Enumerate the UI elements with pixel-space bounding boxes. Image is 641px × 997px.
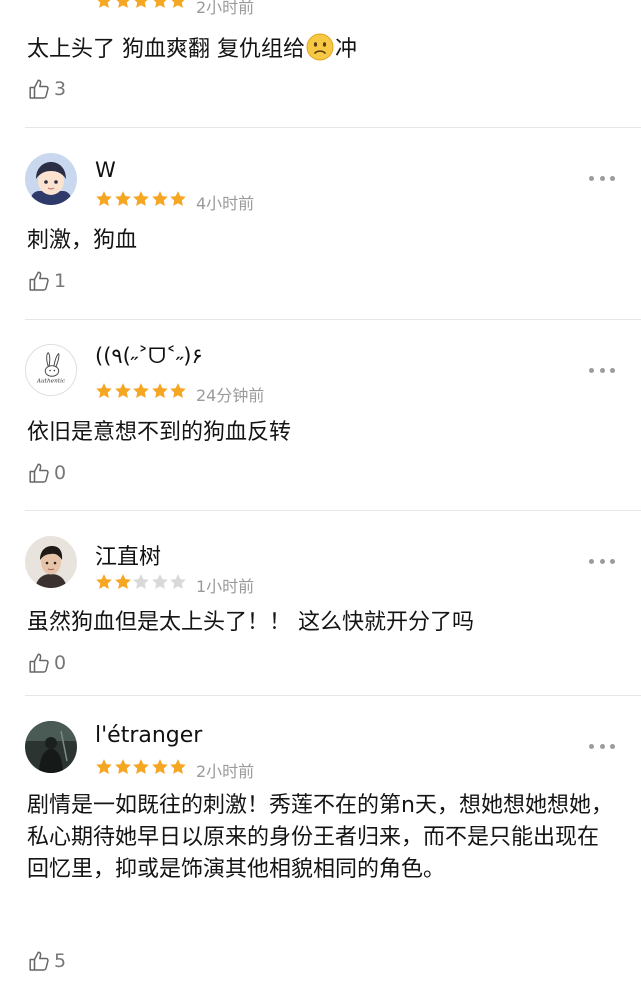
star-filled-icon <box>151 0 169 10</box>
star-filled-icon <box>95 382 113 400</box>
review-time: 2小时前 <box>196 762 255 781</box>
like-button[interactable]: 3 <box>27 76 66 102</box>
star-filled-icon <box>114 382 132 400</box>
user-name[interactable]: 江直树 <box>95 539 161 571</box>
like-button[interactable]: 0 <box>27 650 66 676</box>
man-portrait-avatar <box>25 536 77 588</box>
like-button[interactable]: 5 <box>27 948 66 974</box>
bunny-sketch-avatar: Authentic <box>26 345 76 395</box>
like-button[interactable]: 0 <box>27 460 66 486</box>
thumbs-up-icon <box>27 77 51 101</box>
user-name[interactable]: W <box>95 158 116 182</box>
user-avatar[interactable] <box>25 721 77 773</box>
user-avatar[interactable] <box>25 536 77 588</box>
star-filled-icon <box>114 190 132 208</box>
like-count: 1 <box>54 270 67 292</box>
cartoon-boy-avatar <box>25 153 77 205</box>
star-empty-icon <box>132 573 150 591</box>
like-button[interactable]: 1 <box>27 268 66 294</box>
divider <box>25 510 641 511</box>
divider <box>25 695 641 696</box>
star-empty-icon <box>169 573 187 591</box>
user-avatar[interactable] <box>25 153 77 205</box>
thumbs-up-icon <box>27 461 51 485</box>
star-filled-icon <box>169 0 187 10</box>
star-rating <box>95 0 188 12</box>
star-filled-icon <box>169 758 187 776</box>
star-filled-icon <box>114 573 132 591</box>
svg-text:Authentic: Authentic <box>36 379 66 385</box>
more-options-button[interactable] <box>589 557 615 565</box>
star-filled-icon <box>169 382 187 400</box>
divider <box>25 319 641 320</box>
star-rating <box>95 758 188 778</box>
star-filled-icon <box>132 758 150 776</box>
star-rating <box>95 573 188 593</box>
worried-face-emoji <box>306 33 334 61</box>
more-options-button[interactable] <box>589 742 615 750</box>
star-filled-icon <box>151 190 169 208</box>
review-text: 虽然狗血但是太上头了！！ 这么快就开分了吗 <box>27 610 474 635</box>
review-time: 24分钟前 <box>196 386 265 405</box>
thumbs-up-icon <box>27 269 51 293</box>
review-time: 4小时前 <box>196 194 255 213</box>
star-rating <box>95 382 188 402</box>
star-filled-icon <box>95 758 113 776</box>
like-count: 5 <box>54 950 67 972</box>
user-name[interactable]: ((٩(˶˃ᗜ˂˶)۶ <box>95 344 203 369</box>
star-filled-icon <box>132 382 150 400</box>
thumbs-up-icon <box>27 651 51 675</box>
star-filled-icon <box>132 0 150 10</box>
thumbs-up-icon <box>27 949 51 973</box>
dark-photo-avatar <box>25 721 77 773</box>
review-text: 太上头了 狗血爽翻 复仇组给 冲 <box>27 32 617 66</box>
like-count: 0 <box>54 652 67 674</box>
divider <box>25 127 641 128</box>
star-filled-icon <box>169 190 187 208</box>
user-name[interactable]: l'étranger <box>95 723 202 748</box>
review-time: 1小时前 <box>196 577 255 596</box>
more-options-button[interactable] <box>589 174 615 182</box>
star-filled-icon <box>151 382 169 400</box>
star-filled-icon <box>95 190 113 208</box>
like-count: 3 <box>54 78 67 100</box>
more-options-button[interactable] <box>589 366 615 374</box>
star-filled-icon <box>114 0 132 10</box>
star-empty-icon <box>151 573 169 591</box>
review-text: 刺激，狗血 <box>27 228 138 253</box>
star-filled-icon <box>114 758 132 776</box>
review-text: 剧情是一如既往的刺激！秀莲不在的第n天，想她想她想她，私心期待她早日以原来的身份… <box>27 793 613 882</box>
star-filled-icon <box>95 573 113 591</box>
star-filled-icon <box>151 758 169 776</box>
star-filled-icon <box>95 0 113 10</box>
star-filled-icon <box>132 190 150 208</box>
like-count: 0 <box>54 462 67 484</box>
star-rating <box>95 190 188 210</box>
review-time: 2小时前 <box>196 0 255 17</box>
review-text: 依旧是意想不到的狗血反转 <box>27 420 292 445</box>
user-avatar[interactable]: Authentic <box>25 344 77 396</box>
